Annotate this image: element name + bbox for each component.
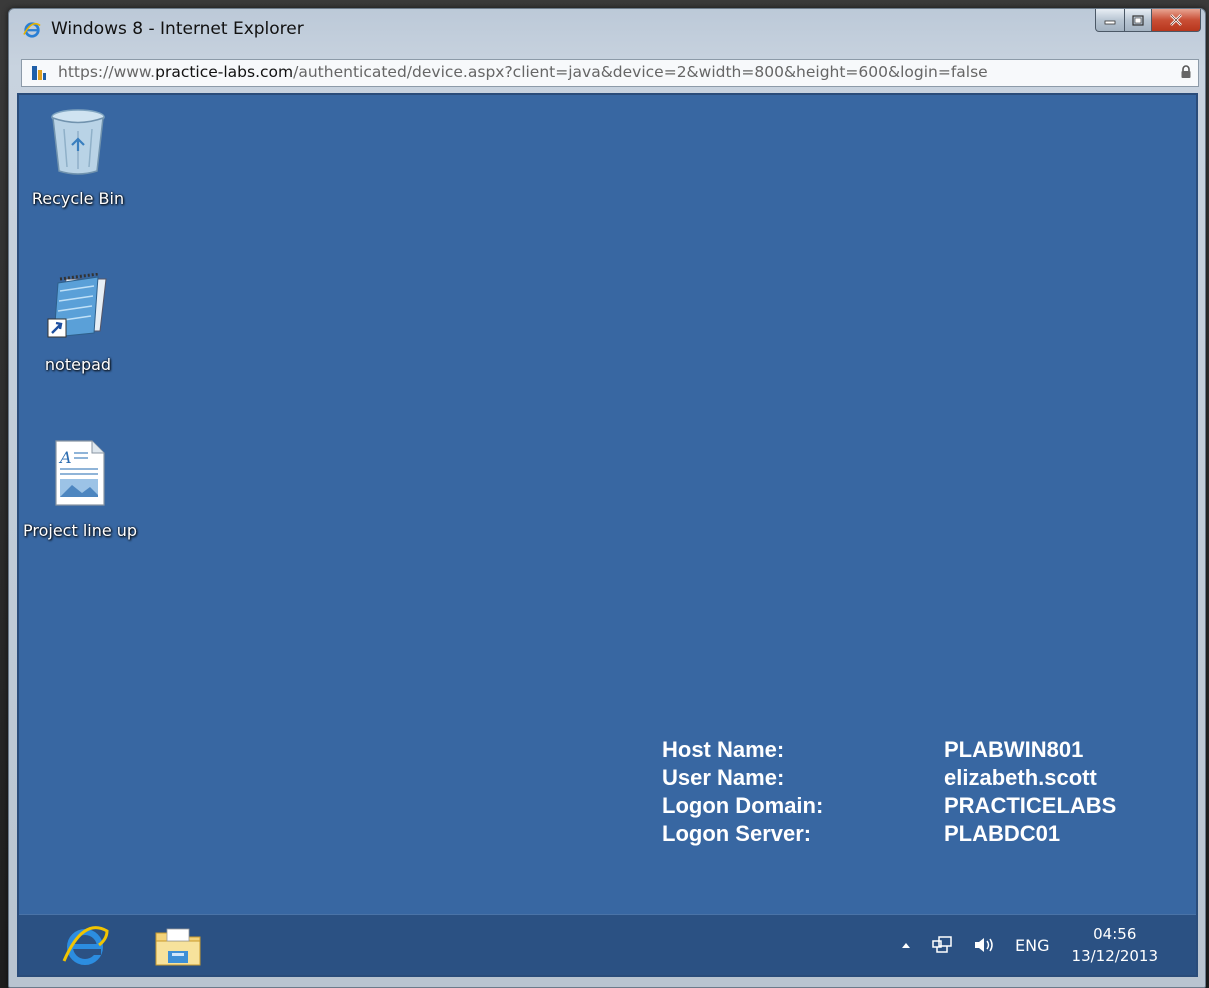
user-name-value: elizabeth.scott <box>944 765 1097 790</box>
url-prefix: www. <box>113 63 156 81</box>
input-language[interactable]: ENG <box>1015 936 1049 955</box>
clock-date: 13/12/2013 <box>1071 947 1158 965</box>
internet-explorer-icon[interactable] <box>61 923 109 967</box>
system-tray: ENG 04:56 13/12/2013 <box>891 915 1196 975</box>
url-scheme: https:// <box>58 63 114 81</box>
show-hidden-icons-button[interactable] <box>901 941 911 949</box>
host-name-label: Host Name: <box>662 737 785 762</box>
logon-server-row: Logon Server: PLABDC01 <box>662 820 1116 848</box>
recycle-bin-icon <box>51 109 105 175</box>
minimize-icon <box>1104 20 1116 25</box>
address-bar[interactable]: https://www.practice-labs.com/authentica… <box>21 59 1199 87</box>
close-button[interactable] <box>1152 9 1201 32</box>
notepad-label: notepad <box>44 355 112 374</box>
maximize-icon <box>1132 14 1144 26</box>
desktop-icon-recycle-bin[interactable]: Recycle Bin <box>23 107 133 208</box>
maximize-button[interactable] <box>1125 9 1152 32</box>
user-name-label: User Name: <box>662 765 785 790</box>
project-line-up-label: Project line up <box>23 521 138 540</box>
minimize-button[interactable] <box>1095 9 1125 32</box>
taskbar: ENG 04:56 13/12/2013 <box>19 914 1196 975</box>
user-name-row: User Name: elizabeth.scott <box>662 764 1116 792</box>
url-path: /authenticated/device.aspx?client=java&d… <box>293 63 988 81</box>
notepad-shortcut-icon <box>47 272 107 338</box>
remote-desktop[interactable]: Recycle Bin notepad A Project line up Ho… <box>17 93 1198 977</box>
chevron-up-icon <box>902 943 911 948</box>
logon-domain-row: Logon Domain: PRACTICELABS <box>662 792 1116 820</box>
logon-server-value: PLABDC01 <box>944 821 1061 846</box>
title-bar[interactable]: Windows 8 - Internet Explorer <box>9 9 1205 49</box>
recycle-bin-label: Recycle Bin <box>31 189 125 208</box>
network-icon[interactable] <box>931 935 953 955</box>
volume-icon[interactable] <box>973 936 997 954</box>
bginfo-panel: Host Name: PLABWIN801 User Name: elizabe… <box>662 736 1116 848</box>
close-icon <box>1170 14 1182 26</box>
caption-buttons <box>1095 9 1201 33</box>
desktop-icon-notepad[interactable]: notepad <box>23 272 133 374</box>
network-icon-glyph <box>932 936 952 953</box>
clock[interactable]: 04:56 13/12/2013 <box>1072 923 1158 967</box>
internet-explorer-icon <box>23 22 41 38</box>
lock-icon[interactable] <box>1180 65 1192 79</box>
host-name-value: PLABWIN801 <box>944 737 1084 762</box>
desktop-icon-project-line-up[interactable]: A Project line up <box>23 439 138 540</box>
logon-domain-label: Logon Domain: <box>662 793 824 818</box>
window-title: Windows 8 - Internet Explorer <box>51 19 304 39</box>
logon-domain-value: PRACTICELABS <box>944 793 1117 818</box>
site-favicon-icon <box>32 66 46 80</box>
svg-text:A: A <box>58 448 72 467</box>
speaker-icon <box>975 938 993 952</box>
url-text: https://www.practice-labs.com/authentica… <box>58 63 988 81</box>
wordpad-document-icon: A <box>55 440 105 506</box>
logon-server-label: Logon Server: <box>662 821 812 846</box>
host-name-row: Host Name: PLABWIN801 <box>662 736 1116 764</box>
clock-time: 04:56 <box>1093 925 1137 943</box>
file-explorer-icon[interactable] <box>153 927 203 967</box>
url-host: practice-labs.com <box>155 63 294 81</box>
